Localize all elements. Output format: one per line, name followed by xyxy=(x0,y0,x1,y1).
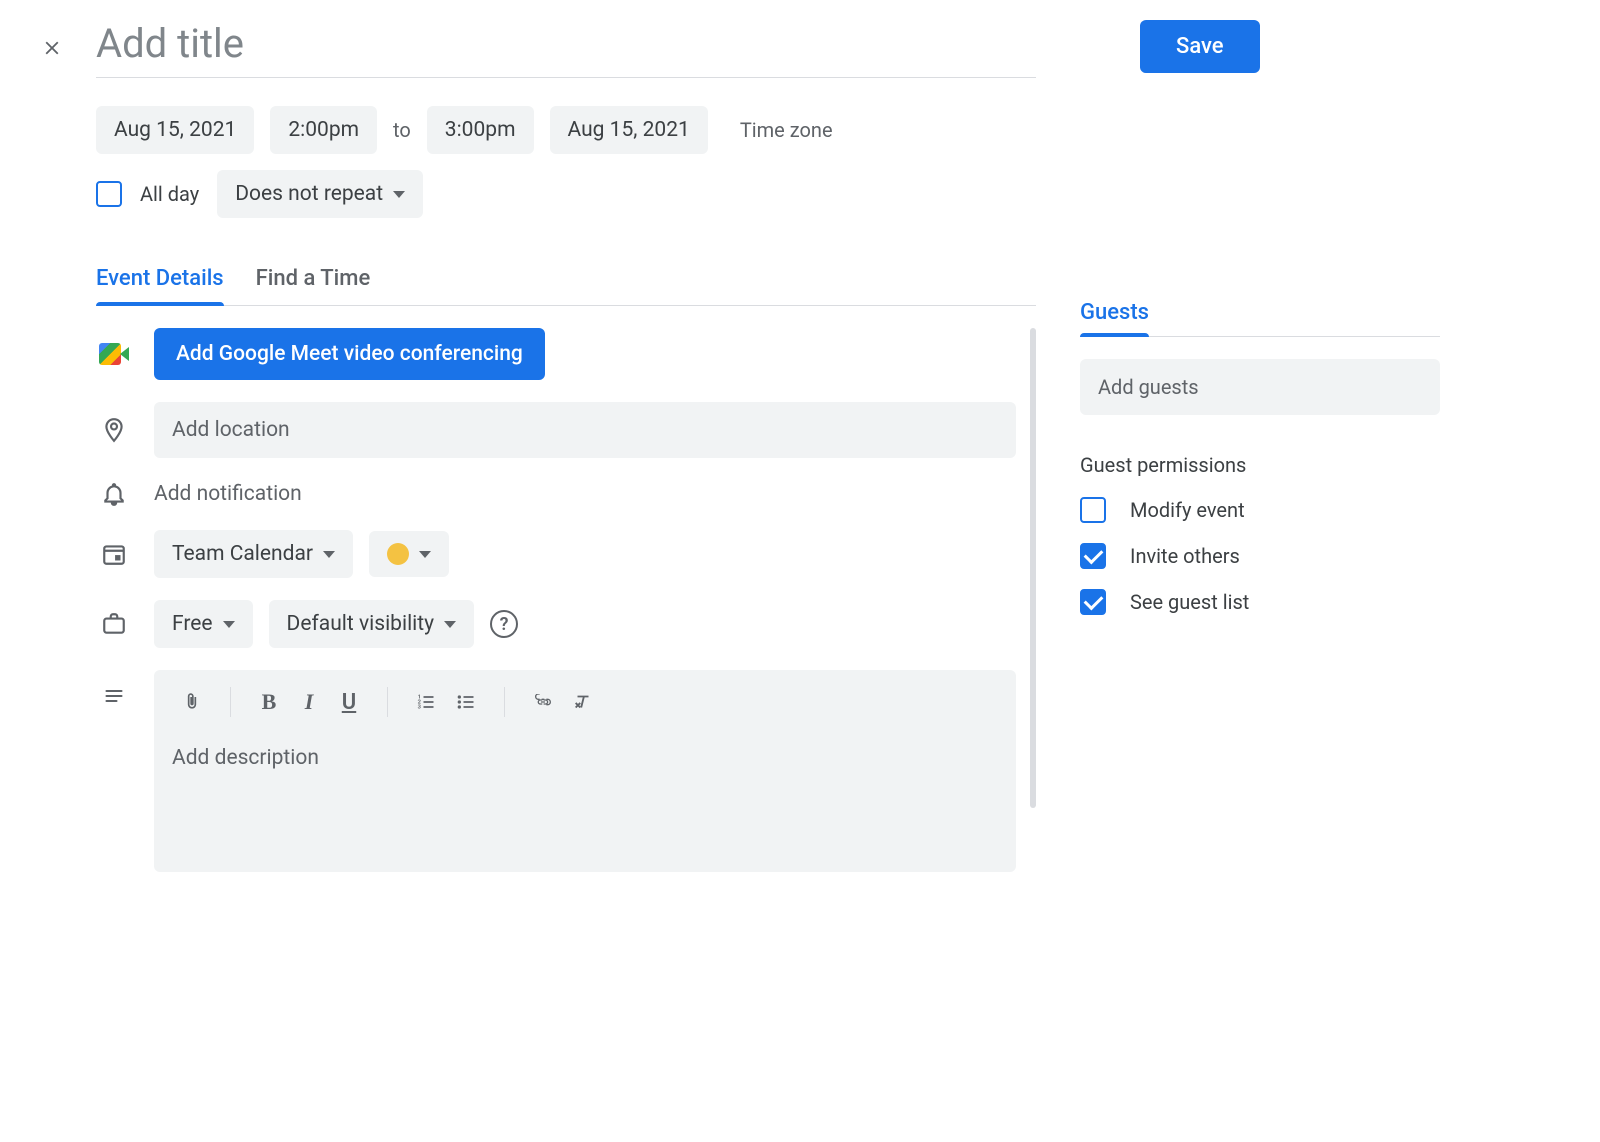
close-button[interactable] xyxy=(32,28,72,68)
toolbar-separator xyxy=(504,687,505,717)
timezone-button[interactable]: Time zone xyxy=(740,118,833,142)
color-dropdown[interactable] xyxy=(369,531,449,577)
toolbar-separator xyxy=(230,687,231,717)
start-date-chip[interactable]: Aug 15, 2021 xyxy=(96,106,254,154)
scrollbar[interactable] xyxy=(1030,328,1036,808)
perm-modify-event-label: Modify event xyxy=(1130,498,1245,522)
perm-invite-others-checkbox[interactable] xyxy=(1080,543,1106,569)
location-icon xyxy=(96,414,132,446)
tab-find-a-time[interactable]: Find a Time xyxy=(256,266,371,305)
briefcase-icon xyxy=(96,611,132,637)
availability-dropdown[interactable]: Free xyxy=(154,600,253,648)
description-input[interactable]: Add description xyxy=(154,734,1016,782)
start-time-chip[interactable]: 2:00pm xyxy=(270,106,377,154)
guest-permissions-title: Guest permissions xyxy=(1080,453,1440,477)
color-dot-icon xyxy=(387,543,409,565)
chevron-down-icon xyxy=(419,551,431,558)
event-title-input[interactable] xyxy=(96,20,1036,78)
bell-icon xyxy=(96,480,132,508)
end-date-chip[interactable]: Aug 15, 2021 xyxy=(550,106,708,154)
calendar-dropdown[interactable]: Team Calendar xyxy=(154,530,353,578)
repeat-dropdown[interactable]: Does not repeat xyxy=(217,170,423,218)
perm-modify-event-checkbox[interactable] xyxy=(1080,497,1106,523)
tab-guests[interactable]: Guests xyxy=(1080,300,1149,337)
underline-button[interactable]: U xyxy=(329,684,369,720)
to-label: to xyxy=(393,118,411,142)
svg-text:3: 3 xyxy=(418,705,422,711)
perm-invite-others-label: Invite others xyxy=(1130,544,1240,568)
perm-see-guest-list-label: See guest list xyxy=(1130,590,1249,614)
bullet-list-button[interactable] xyxy=(446,684,486,720)
chevron-down-icon xyxy=(323,551,335,558)
add-meet-button[interactable]: Add Google Meet video conferencing xyxy=(154,328,545,380)
description-icon xyxy=(96,686,132,706)
chevron-down-icon xyxy=(393,191,405,198)
chevron-down-icon xyxy=(223,621,235,628)
tab-event-details[interactable]: Event Details xyxy=(96,266,224,305)
google-meet-icon xyxy=(99,343,129,365)
repeat-label: Does not repeat xyxy=(235,182,383,206)
bold-button[interactable]: B xyxy=(249,684,289,720)
toolbar-separator xyxy=(387,687,388,717)
clear-format-icon xyxy=(571,691,595,713)
attach-button[interactable] xyxy=(172,684,212,720)
numbered-list-button[interactable]: 123 xyxy=(406,684,446,720)
end-time-chip[interactable]: 3:00pm xyxy=(427,106,534,154)
bullet-list-icon xyxy=(455,692,477,712)
visibility-help-icon[interactable]: ? xyxy=(490,610,518,638)
calendar-icon xyxy=(96,541,132,567)
perm-see-guest-list-checkbox[interactable] xyxy=(1080,589,1106,615)
clear-format-button[interactable] xyxy=(563,684,603,720)
location-input[interactable] xyxy=(154,402,1016,458)
calendar-name-label: Team Calendar xyxy=(172,542,313,566)
add-guests-input[interactable] xyxy=(1080,359,1440,415)
visibility-label: Default visibility xyxy=(287,612,435,636)
link-icon xyxy=(531,694,555,710)
numbered-list-icon: 123 xyxy=(415,692,437,712)
italic-button[interactable]: I xyxy=(289,684,329,720)
add-notification-button[interactable]: Add notification xyxy=(154,482,302,506)
link-button[interactable] xyxy=(523,684,563,720)
chevron-down-icon xyxy=(444,621,456,628)
all-day-checkbox[interactable] xyxy=(96,181,122,207)
paperclip-icon xyxy=(182,690,202,714)
visibility-dropdown[interactable]: Default visibility xyxy=(269,600,475,648)
all-day-label: All day xyxy=(140,182,199,206)
close-icon xyxy=(41,37,63,59)
save-button[interactable]: Save xyxy=(1140,20,1260,73)
availability-label: Free xyxy=(172,612,213,636)
